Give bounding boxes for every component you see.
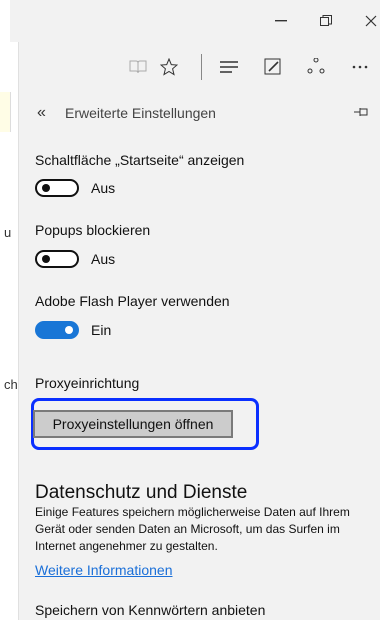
hub-icon[interactable] [215, 54, 243, 80]
toggle-state-label: Aus [91, 251, 116, 267]
privacy-section-title: Datenschutz und Dienste [35, 482, 248, 503]
title-bar [10, 0, 380, 42]
toggle-state-label: Aus [91, 180, 116, 196]
panel-header: « Erweiterte Einstellungen [19, 92, 380, 136]
open-proxy-settings-button[interactable]: Proxyeinstellungen öffnen [33, 410, 233, 438]
share-icon[interactable] [302, 54, 330, 80]
back-icon[interactable]: « [37, 104, 46, 122]
panel-title: Erweiterte Einstellungen [65, 105, 216, 121]
close-icon[interactable] [356, 8, 380, 34]
reading-view-icon[interactable] [124, 54, 152, 80]
flash-player-toggle[interactable] [35, 321, 79, 339]
setting-label-flash: Adobe Flash Player verwenden [35, 293, 230, 309]
setting-label-popups: Popups blockieren [35, 222, 151, 238]
more-icon[interactable] [346, 54, 374, 80]
privacy-description: Einige Features speichern möglicherweise… [35, 505, 350, 553]
page-yellow-band [0, 92, 11, 132]
more-info-link[interactable]: Weitere Informationen [35, 562, 172, 578]
web-note-icon[interactable] [259, 54, 287, 80]
page-text-fragment: ch [4, 377, 18, 392]
pin-icon[interactable] [353, 104, 369, 120]
toggle-knob [42, 255, 50, 263]
popup-block-toggle[interactable] [35, 250, 79, 268]
toolbar-separator [201, 54, 202, 80]
restore-icon[interactable] [311, 8, 341, 34]
advanced-settings-panel: « Erweiterte Einstellungen Schaltfläche … [19, 92, 380, 620]
home-button-toggle[interactable] [35, 179, 79, 197]
browser-toolbar [10, 42, 380, 93]
setting-label-save-passwords: Speichern von Kennwörtern anbieten [35, 602, 266, 618]
setting-label-home-button: Schaltfläche „Startseite“ anzeigen [35, 152, 245, 168]
page-text-fragment: u [4, 225, 12, 240]
favorites-star-icon[interactable] [155, 54, 183, 80]
toggle-state-label: Ein [91, 322, 112, 338]
proxy-heading: Proxyeinrichtung [35, 375, 140, 391]
minimize-icon[interactable] [266, 8, 296, 34]
toggle-knob [65, 326, 73, 334]
toggle-knob [42, 184, 50, 192]
